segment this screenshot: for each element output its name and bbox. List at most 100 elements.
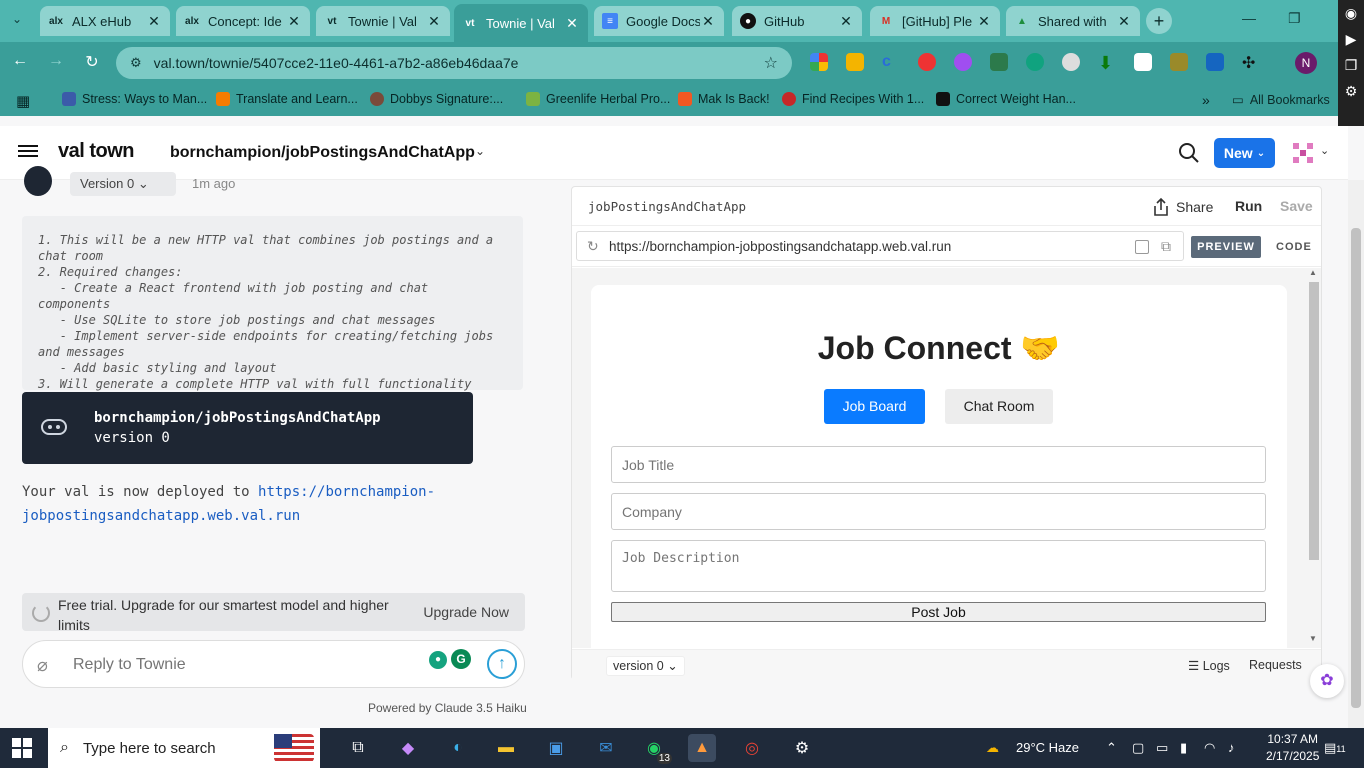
bookmark-item[interactable]: Mak Is Back!: [678, 92, 770, 106]
settings-gear-icon[interactable]: ⚙: [788, 734, 816, 762]
send-arrow-icon[interactable]: ↑: [487, 649, 517, 679]
page-scrollbar[interactable]: [1348, 180, 1364, 728]
version-selector[interactable]: Version 0 ⌄: [70, 172, 176, 196]
forward-arrow-icon[interactable]: →: [45, 52, 67, 70]
chevron-down-icon[interactable]: ⌄: [1320, 144, 1329, 157]
mail-icon[interactable]: ✉: [592, 734, 620, 762]
reply-input[interactable]: [73, 656, 403, 674]
battery-icon[interactable]: ▮: [1180, 740, 1187, 756]
apps-grid-icon[interactable]: ▦: [16, 92, 30, 110]
job-title-input[interactable]: [611, 446, 1266, 483]
extension-icon[interactable]: [954, 53, 972, 71]
site-info-icon[interactable]: ⚙: [130, 55, 142, 71]
video-icon[interactable]: ▶: [1338, 26, 1364, 52]
extension-icon[interactable]: [1062, 53, 1080, 71]
search-icon[interactable]: [1178, 142, 1200, 164]
run-button[interactable]: Run: [1235, 198, 1262, 214]
open-external-icon[interactable]: ⧉: [1161, 238, 1171, 255]
preview-scrollbar[interactable]: ▲ ▼: [1307, 268, 1319, 648]
requests-button[interactable]: Requests: [1249, 658, 1302, 672]
volume-icon[interactable]: ♪: [1228, 740, 1235, 755]
val-card[interactable]: bornchampion/jobPostingsAndChatApp versi…: [22, 392, 473, 464]
browser-tab-townie-active[interactable]: vt Townie | Val ✕: [454, 4, 588, 42]
bookmarks-overflow-icon[interactable]: »: [1202, 92, 1210, 108]
show-hidden-icons-chevron[interactable]: ⌃: [1106, 740, 1117, 756]
extension-icon[interactable]: [1206, 53, 1224, 71]
extension-icon[interactable]: [1134, 53, 1152, 71]
close-tab-icon[interactable]: ✕: [700, 13, 716, 30]
share-button[interactable]: Share: [1152, 197, 1213, 217]
taskbar-clock[interactable]: 10:37 AM 2/17/2025: [1266, 731, 1319, 765]
job-board-tab[interactable]: Job Board: [824, 389, 925, 424]
wifi-icon[interactable]: ◠: [1204, 740, 1215, 756]
version-dropdown[interactable]: version 0 ⌄: [606, 656, 685, 676]
bookmark-item[interactable]: Translate and Learn...: [216, 92, 358, 106]
copilot-icon[interactable]: ◆: [394, 734, 422, 762]
back-arrow-icon[interactable]: ←: [9, 52, 31, 70]
extension-icon[interactable]: [1026, 53, 1044, 71]
browser-tab-townie-1[interactable]: vt Townie | Val ✕: [316, 6, 450, 36]
weather-icon[interactable]: ☁: [986, 740, 999, 756]
refresh-icon[interactable]: ↻: [587, 238, 599, 255]
browser-tab-concept[interactable]: alx Concept: Ide ✕: [176, 6, 310, 36]
windows-icon[interactable]: ❐: [1338, 52, 1364, 78]
menu-icon[interactable]: [18, 142, 38, 162]
task-view-icon[interactable]: ⧉: [344, 734, 372, 762]
settings-gear-icon[interactable]: ⚙: [1338, 78, 1364, 104]
upgrade-now-button[interactable]: Upgrade Now: [423, 604, 509, 620]
extension-icon[interactable]: [1170, 53, 1188, 71]
bookmark-item[interactable]: Find Recipes With 1...: [782, 92, 924, 106]
grammarly-icon[interactable]: G: [451, 649, 471, 669]
copy-icon[interactable]: [1135, 240, 1149, 254]
bookmark-item[interactable]: Stress: Ways to Man...: [62, 92, 207, 106]
reload-icon[interactable]: ↻: [81, 52, 103, 72]
windows-start-icon[interactable]: [12, 738, 32, 758]
taskbar-search[interactable]: ⌕ Type here to search: [48, 728, 320, 768]
minimize-window-icon[interactable]: —: [1242, 10, 1256, 26]
browser-tab-drive[interactable]: ▲ Shared with ✕: [1006, 6, 1140, 36]
valtown-logo[interactable]: val town: [58, 140, 135, 163]
display-icon[interactable]: ▭: [1156, 740, 1168, 756]
paperclip-icon[interactable]: ⌀: [37, 655, 55, 675]
scroll-down-icon[interactable]: ▼: [1309, 634, 1317, 643]
camera-icon[interactable]: ◉: [1338, 0, 1364, 26]
tab-search-chevron-icon[interactable]: ⌄: [6, 12, 28, 26]
extension-icon[interactable]: [846, 53, 864, 71]
meet-icon[interactable]: ▢: [1132, 740, 1144, 756]
file-explorer-icon[interactable]: ▬: [492, 734, 520, 762]
new-tab-button[interactable]: +: [1146, 8, 1172, 34]
browser-tab-github[interactable]: ● GitHub ✕: [732, 6, 862, 36]
logs-button[interactable]: ☰ Logs: [1188, 658, 1230, 673]
address-bar[interactable]: ⚙ val.town/townie/5407cce2-11e0-4461-a7b…: [116, 47, 792, 79]
close-tab-icon[interactable]: ✕: [146, 13, 162, 30]
extension-icon[interactable]: [810, 53, 828, 71]
browser-tab-alx-ehub[interactable]: alx ALX eHub ✕: [40, 6, 170, 36]
extensions-puzzle-icon[interactable]: ✣: [1242, 53, 1260, 72]
chevron-down-icon[interactable]: ⌄: [475, 144, 485, 158]
weather-text[interactable]: 29°C Haze: [1016, 740, 1079, 755]
job-description-input[interactable]: [611, 540, 1266, 592]
download-icon[interactable]: ⬇: [1098, 53, 1116, 73]
whatsapp-icon[interactable]: ◉ 13: [640, 734, 672, 764]
scroll-up-icon[interactable]: ▲: [1309, 268, 1317, 277]
extension-icon[interactable]: [918, 53, 936, 71]
post-job-button[interactable]: Post Job: [611, 602, 1266, 622]
store-icon[interactable]: ▣: [542, 734, 570, 762]
grammar-assist-icon[interactable]: ●: [429, 651, 447, 669]
save-button[interactable]: Save: [1280, 198, 1313, 214]
bookmark-item[interactable]: Greenlife Herbal Pro...: [526, 92, 670, 106]
bookmark-star-icon[interactable]: ☆: [764, 53, 778, 73]
tab-code[interactable]: CODE: [1276, 236, 1312, 258]
close-tab-icon[interactable]: ✕: [286, 13, 302, 30]
close-tab-icon[interactable]: ✕: [1116, 13, 1132, 30]
all-bookmarks[interactable]: ▭ All Bookmarks: [1232, 92, 1330, 108]
restore-window-icon[interactable]: ❐: [1288, 10, 1301, 27]
profile-avatar[interactable]: N: [1295, 52, 1317, 74]
edge-icon[interactable]: ◐: [444, 734, 472, 762]
bookmark-item[interactable]: Dobbys Signature:...: [370, 92, 503, 106]
extension-icon[interactable]: [990, 53, 1008, 71]
notifications-icon[interactable]: ▤11: [1324, 740, 1346, 756]
preview-url[interactable]: https://bornchampion-jobpostingsandchata…: [609, 239, 951, 254]
new-button[interactable]: New ⌄: [1214, 138, 1275, 168]
tab-preview[interactable]: PREVIEW: [1191, 236, 1261, 258]
